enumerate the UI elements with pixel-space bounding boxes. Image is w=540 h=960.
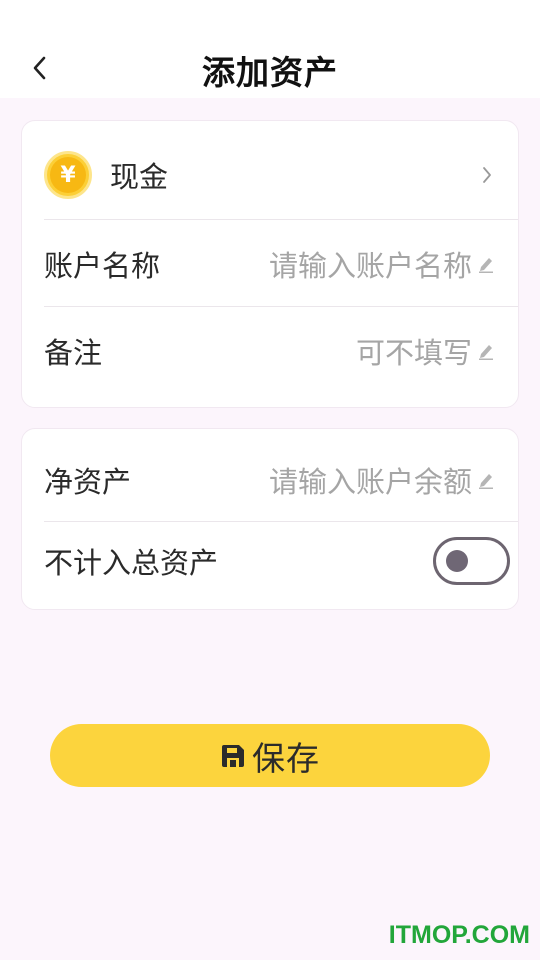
pencil-icon	[478, 471, 494, 489]
divider	[44, 521, 518, 522]
header: 添加资产	[0, 0, 540, 98]
net-assets-field[interactable]: 请输入账户余额	[269, 459, 518, 501]
toggle-knob	[446, 550, 468, 572]
account-name-label: 账户名称	[44, 249, 161, 283]
account-card: ¥ 现金 账户名称 请输入账户名称 备注 可不填写	[21, 120, 519, 408]
save-button-label: 保存	[252, 738, 320, 778]
page-title: 添加资产	[202, 53, 338, 92]
note-placeholder: 可不填写	[355, 336, 472, 370]
exclude-total-toggle[interactable]	[433, 537, 510, 585]
chevron-right-icon	[482, 166, 492, 184]
asset-card: 净资产 请输入账户余额 不计入总资产	[21, 428, 519, 610]
watermark: ITMOP.COM	[388, 921, 530, 949]
account-type-selector[interactable]: ¥ 现金	[44, 149, 518, 201]
yen-coin-icon: ¥	[44, 151, 92, 199]
net-assets-placeholder: 请输入账户余额	[268, 465, 472, 499]
note-field[interactable]: 可不填写	[356, 330, 518, 372]
note-row[interactable]: 备注 可不填写	[44, 326, 518, 376]
account-type-label: 现金	[110, 160, 169, 194]
net-assets-label: 净资产	[44, 465, 132, 499]
exclude-total-row: 不计入总资产	[44, 533, 518, 589]
save-icon	[222, 744, 244, 767]
net-assets-row[interactable]: 净资产 请输入账户余额	[44, 455, 518, 505]
note-label: 备注	[44, 336, 103, 370]
account-name-field[interactable]: 请输入账户名称	[269, 243, 518, 285]
pencil-icon	[478, 342, 494, 360]
account-name-placeholder: 请输入账户名称	[268, 249, 472, 283]
account-name-row[interactable]: 账户名称 请输入账户名称	[44, 239, 518, 289]
pencil-icon	[478, 255, 494, 273]
exclude-total-label: 不计入总资产	[44, 546, 219, 580]
divider	[44, 219, 518, 220]
save-button[interactable]: 保存	[50, 724, 490, 787]
divider	[44, 306, 518, 307]
